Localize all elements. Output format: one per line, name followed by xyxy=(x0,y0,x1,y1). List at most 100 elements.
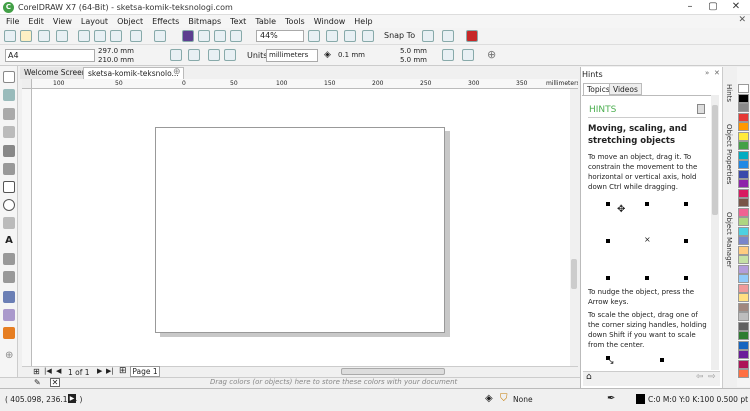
palette-swatch[interactable] xyxy=(738,160,749,169)
shape-tool-icon[interactable] xyxy=(3,89,15,101)
palette-swatch[interactable] xyxy=(738,112,749,122)
zoom-level-select[interactable]: 44% xyxy=(256,30,304,42)
welcome-screen-icon[interactable] xyxy=(466,30,478,42)
show-grid-icon[interactable] xyxy=(344,30,356,42)
no-color-swatch[interactable]: ✕ xyxy=(50,378,60,387)
palette-swatch[interactable] xyxy=(738,359,749,369)
palette-swatch[interactable] xyxy=(738,226,749,236)
vertical-ruler[interactable] xyxy=(22,89,32,366)
add-page-icon[interactable]: ⊞ xyxy=(119,366,127,376)
publish-pdf-icon[interactable] xyxy=(230,30,242,42)
snap-to-button[interactable]: Snap To xyxy=(384,31,415,40)
nudge-distance-field[interactable]: 0.1 mm xyxy=(338,51,365,59)
eyedropper-icon[interactable]: ✎ xyxy=(34,378,41,387)
treat-as-filled-icon[interactable] xyxy=(462,49,474,61)
palette-swatch[interactable] xyxy=(738,255,749,264)
palette-swatch[interactable] xyxy=(738,245,749,255)
undo-icon[interactable] xyxy=(130,30,142,42)
palette-swatch[interactable] xyxy=(738,150,749,160)
parallel-dimension-tool-icon[interactable] xyxy=(3,253,15,265)
pick-tool-icon[interactable] xyxy=(3,71,15,83)
save-icon[interactable] xyxy=(38,30,50,42)
show-guidelines-icon[interactable] xyxy=(362,30,374,42)
vertical-scrollbar[interactable] xyxy=(570,89,578,366)
redo-icon[interactable] xyxy=(154,30,166,42)
palette-swatch[interactable] xyxy=(738,340,749,350)
palette-swatch[interactable] xyxy=(738,188,749,198)
artistic-media-tool-icon[interactable] xyxy=(3,163,15,175)
full-screen-icon[interactable] xyxy=(308,30,320,42)
landscape-icon[interactable] xyxy=(188,49,200,61)
paste-icon[interactable] xyxy=(110,30,122,42)
side-tab-hints[interactable]: Hints xyxy=(725,84,733,102)
duplicate-distance-y-field[interactable]: 5.0 mm xyxy=(400,56,427,64)
palette-swatch[interactable] xyxy=(738,274,749,283)
new-document-icon[interactable] xyxy=(4,30,16,42)
palette-swatch[interactable] xyxy=(738,207,749,217)
back-icon[interactable]: ⇦ xyxy=(696,372,704,382)
palette-swatch[interactable] xyxy=(738,321,749,331)
menu-view[interactable]: View xyxy=(53,17,72,26)
horizontal-scroll-thumb[interactable] xyxy=(341,368,445,375)
options-icon[interactable] xyxy=(422,30,434,42)
menu-object[interactable]: Object xyxy=(117,17,143,26)
open-icon[interactable] xyxy=(20,30,32,42)
add-icon[interactable]: ⊕ xyxy=(487,48,496,61)
palette-swatch[interactable] xyxy=(738,302,749,312)
last-page-icon[interactable]: ▶| xyxy=(106,367,114,375)
palette-swatch[interactable] xyxy=(738,84,749,93)
palette-swatch[interactable] xyxy=(738,141,749,150)
palette-swatch[interactable] xyxy=(738,264,749,274)
palette-swatch[interactable] xyxy=(738,217,749,226)
current-page-icon[interactable] xyxy=(224,49,236,61)
outline-pen-icon[interactable]: ✒ xyxy=(607,393,615,404)
close-button[interactable]: ✕ xyxy=(726,1,746,13)
page-size-select[interactable]: A4 xyxy=(5,49,95,62)
freehand-tool-icon[interactable] xyxy=(3,145,15,157)
ellipse-tool-icon[interactable] xyxy=(3,199,15,211)
tab-document[interactable]: sketsa-komik-teksnolo... xyxy=(83,67,184,79)
menu-text[interactable]: Text xyxy=(230,17,246,26)
search-content-icon[interactable] xyxy=(182,30,194,42)
docker-collapse-icon[interactable]: » xyxy=(705,69,709,77)
menu-tools[interactable]: Tools xyxy=(285,17,305,26)
palette-swatch[interactable] xyxy=(738,179,749,188)
menu-window[interactable]: Window xyxy=(314,17,346,26)
palette-swatch[interactable] xyxy=(738,198,749,207)
previous-page-icon[interactable]: ◀ xyxy=(56,367,61,375)
menu-layout[interactable]: Layout xyxy=(81,17,108,26)
status-expand-icon[interactable]: ▶ xyxy=(68,394,76,403)
export-icon[interactable] xyxy=(214,30,226,42)
import-icon[interactable] xyxy=(198,30,210,42)
rectangle-tool-icon[interactable] xyxy=(3,181,15,193)
menu-bitmaps[interactable]: Bitmaps xyxy=(188,17,221,26)
docker-scroll-thumb[interactable] xyxy=(712,105,718,215)
show-rulers-icon[interactable] xyxy=(326,30,338,42)
ruler-origin[interactable] xyxy=(22,79,32,89)
units-select[interactable]: millimeters xyxy=(266,49,318,62)
connector-tool-icon[interactable] xyxy=(3,271,15,283)
zoom-tool-icon[interactable] xyxy=(3,126,15,138)
duplicate-distance-x-field[interactable]: 5.0 mm xyxy=(400,47,427,55)
fill-icon[interactable]: ◈ xyxy=(485,393,493,404)
page-width-field[interactable]: 297.0 mm xyxy=(98,47,134,55)
units-options-icon[interactable] xyxy=(442,49,454,61)
copy-icon[interactable] xyxy=(94,30,106,42)
drawing-page[interactable] xyxy=(155,127,445,333)
palette-swatch[interactable] xyxy=(738,331,749,340)
transparency-tool-icon[interactable] xyxy=(3,309,15,321)
menu-table[interactable]: Table xyxy=(255,17,276,26)
docker-close-icon[interactable]: ✕ xyxy=(714,69,720,77)
forward-icon[interactable]: ⇨ xyxy=(708,372,716,382)
side-tab-object-manager[interactable]: Object Manager xyxy=(725,212,733,268)
tab-welcome-screen[interactable]: Welcome Screen xyxy=(20,67,91,79)
portrait-icon[interactable] xyxy=(170,49,182,61)
print-icon[interactable] xyxy=(56,30,68,42)
palette-swatch[interactable] xyxy=(738,93,749,103)
palette-swatch[interactable] xyxy=(738,312,749,321)
menu-edit[interactable]: Edit xyxy=(28,17,44,26)
outline-color-swatch[interactable] xyxy=(636,394,645,404)
palette-swatch[interactable] xyxy=(738,103,749,112)
minimize-button[interactable]: – xyxy=(680,1,700,13)
menu-effects[interactable]: Effects xyxy=(152,17,179,26)
